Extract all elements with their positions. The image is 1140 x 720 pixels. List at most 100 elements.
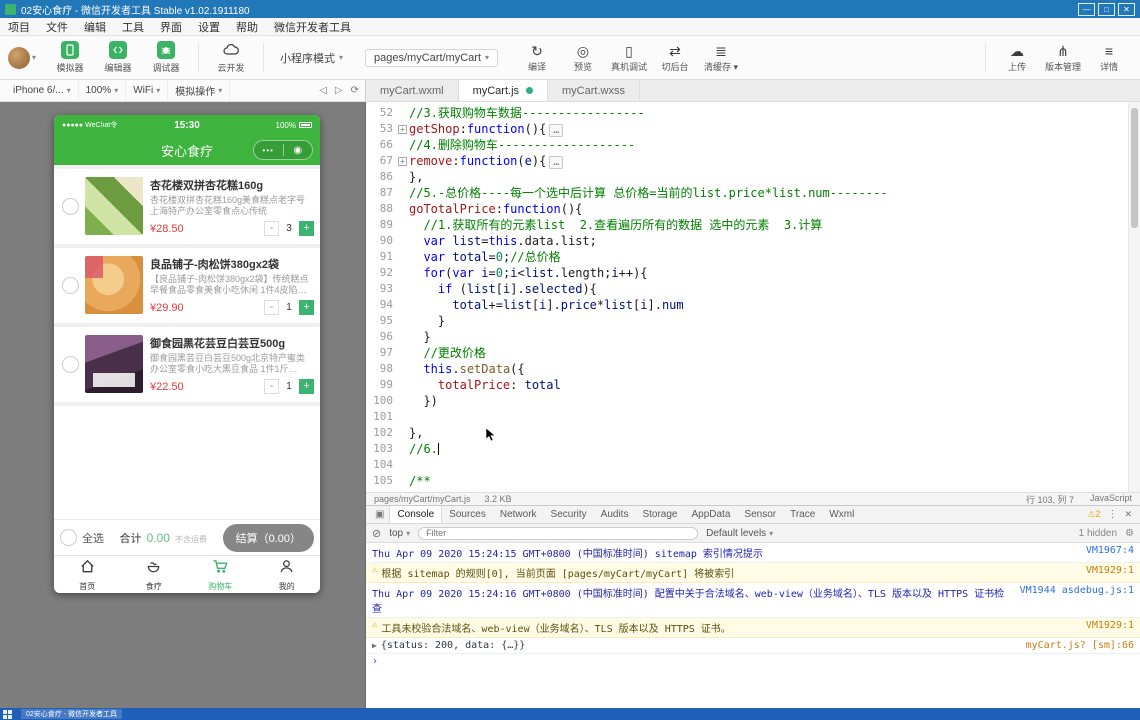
simulate-action-select[interactable]: 模拟操作 ▾	[168, 80, 231, 101]
forward-icon[interactable]: ▷	[335, 85, 343, 96]
clear-console-icon[interactable]: ⊘	[372, 527, 381, 540]
select-all-radio[interactable]	[60, 529, 77, 546]
editor-tab-myCart.wxss[interactable]: myCart.wxss	[548, 80, 640, 101]
back-icon[interactable]: ◁	[319, 85, 327, 96]
qty-plus-button[interactable]: +	[299, 300, 314, 315]
scrollbar-thumb[interactable]	[1131, 108, 1138, 228]
editor-scrollbar[interactable]	[1128, 102, 1140, 492]
action-清缓存[interactable]: ≣ 清缓存 ▾	[698, 43, 744, 73]
warning-count-badge[interactable]: ⚠2	[1087, 509, 1100, 520]
devtools-tab-sensor[interactable]: Sensor	[737, 506, 783, 523]
code-line-92[interactable]: 92 for(var i=0;i<list.length;i++){	[366, 265, 1128, 281]
menu-item-5[interactable]: 设置	[190, 19, 228, 35]
message-source-link[interactable]: VM1929:1	[1076, 620, 1134, 631]
code-line-90[interactable]: 90 var list=this.data.list;	[366, 233, 1128, 249]
item-select-radio[interactable]	[62, 198, 79, 215]
qty-plus-button[interactable]: +	[299, 379, 314, 394]
menu-item-7[interactable]: 微信开发者工具	[266, 19, 359, 35]
code-line-88[interactable]: 88 goTotalPrice:function(){	[366, 201, 1128, 217]
close-button[interactable]: ✕	[1118, 2, 1135, 16]
simulator-button[interactable]: 模拟器	[46, 41, 94, 74]
action-切后台[interactable]: ⇄ 切后台	[652, 43, 698, 73]
minimize-button[interactable]: —	[1078, 2, 1095, 16]
code-line-52[interactable]: 52//3.获取购物车数据-----------------	[366, 105, 1128, 121]
action-详情[interactable]: ≡ 详情	[1086, 43, 1132, 73]
network-select[interactable]: WiFi ▾	[126, 80, 169, 101]
devtools-tab-wxml[interactable]: Wxml	[822, 506, 861, 523]
code-editor[interactable]: 52//3.获取购物车数据----------------- 53 + getShop…	[366, 102, 1140, 492]
devtools-tab-console[interactable]: Console	[389, 506, 443, 523]
collapsed-region[interactable]: …	[549, 124, 564, 137]
tab-购物车[interactable]: 购物车	[187, 556, 254, 593]
more-icon[interactable]: •••	[254, 146, 283, 155]
code-line-67[interactable]: 67 + remove:function(e){…	[366, 153, 1128, 169]
code-line-101[interactable]: 101	[366, 409, 1128, 425]
qty-minus-button[interactable]: -	[264, 300, 279, 315]
exit-target-icon[interactable]: ◉	[284, 145, 313, 156]
zoom-select[interactable]: 100% ▾	[79, 80, 127, 101]
page-select[interactable]: pages/myCart/myCart ▾	[365, 48, 499, 67]
console-settings-icon[interactable]: ⚙	[1125, 528, 1134, 539]
item-select-radio[interactable]	[62, 277, 79, 294]
qty-plus-button[interactable]: +	[299, 221, 314, 236]
refresh-icon[interactable]: ⟳	[351, 85, 359, 96]
message-source-link[interactable]: VM1944 asdebug.js:1	[1010, 585, 1134, 596]
action-真机调试[interactable]: ▯ 真机调试	[606, 43, 652, 73]
devtools-tab-security[interactable]: Security	[544, 506, 594, 523]
menu-item-2[interactable]: 编辑	[76, 19, 114, 35]
devtools-close-icon[interactable]: ✕	[1124, 509, 1132, 520]
code-line-86[interactable]: 86},	[366, 169, 1128, 185]
collapsed-region[interactable]: …	[549, 156, 564, 169]
item-select-radio[interactable]	[62, 356, 79, 373]
taskbar-app-item[interactable]: 02安心食疗 - 微信开发者工具	[21, 709, 123, 719]
code-line-66[interactable]: 66//4.删除购物车-------------------	[366, 137, 1128, 153]
code-line-98[interactable]: 98 this.setData({	[366, 361, 1128, 377]
code-line-104[interactable]: 104	[366, 457, 1128, 473]
message-source-link[interactable]: VM1929:1	[1076, 565, 1134, 576]
menu-item-1[interactable]: 文件	[38, 19, 76, 35]
kebab-menu-icon[interactable]: ⋮	[1107, 509, 1117, 520]
tab-首页[interactable]: 首页	[54, 556, 121, 593]
cloud-dev-button[interactable]: 云开发	[207, 41, 255, 74]
device-select[interactable]: iPhone 6/... ▾	[6, 80, 79, 101]
inspect-element-icon[interactable]: ▣	[370, 509, 389, 520]
code-line-91[interactable]: 91 var total=0;//总价格	[366, 249, 1128, 265]
code-line-100[interactable]: 100 })	[366, 393, 1128, 409]
editor-tab-myCart.wxml[interactable]: myCart.wxml	[366, 80, 459, 101]
code-line-103[interactable]: 103//6.	[366, 441, 1128, 457]
log-levels-select[interactable]: Default levels ▾	[706, 528, 773, 539]
action-版本管理[interactable]: ⋔ 版本管理	[1040, 43, 1086, 73]
code-line-105[interactable]: 105/**	[366, 473, 1128, 489]
maximize-button[interactable]: □	[1098, 2, 1115, 16]
expand-arrow-icon[interactable]: ▶	[372, 640, 377, 650]
capsule-menu[interactable]: ••• ◉	[253, 140, 313, 160]
fold-icon[interactable]: +	[398, 156, 407, 166]
code-line-93[interactable]: 93 if (list[i].selected){	[366, 281, 1128, 297]
fold-icon[interactable]: +	[398, 124, 407, 134]
devtools-tab-trace[interactable]: Trace	[783, 506, 822, 523]
code-line-87[interactable]: 87//5.-总价格----每一个选中后计算 总价格=当前的list.price…	[366, 185, 1128, 201]
code-line-99[interactable]: 99 totalPrice: total	[366, 377, 1128, 393]
code-line-53[interactable]: 53 + getShop:function(){…	[366, 121, 1128, 137]
message-source-link[interactable]: VM1967:4	[1076, 545, 1134, 556]
code-line-97[interactable]: 97 //更改价格	[366, 345, 1128, 361]
debugger-button[interactable]: 调试器	[142, 41, 190, 74]
action-上传[interactable]: ☁ 上传	[994, 43, 1040, 73]
console-context-select[interactable]: top ▾	[389, 528, 410, 539]
checkout-button[interactable]: 结算（0.00）	[222, 523, 314, 552]
mode-select[interactable]: 小程序模式 ▾	[272, 48, 351, 68]
menu-item-0[interactable]: 项目	[0, 19, 38, 35]
menu-item-3[interactable]: 工具	[114, 19, 152, 35]
qty-minus-button[interactable]: -	[264, 379, 279, 394]
menu-item-6[interactable]: 帮助	[228, 19, 266, 35]
editor-tab-myCart.js[interactable]: myCart.js	[458, 80, 549, 101]
code-line-96[interactable]: 96 }	[366, 329, 1128, 345]
devtools-tab-storage[interactable]: Storage	[635, 506, 684, 523]
devtools-tab-audits[interactable]: Audits	[594, 506, 636, 523]
qty-minus-button[interactable]: -	[264, 221, 279, 236]
devtools-tab-sources[interactable]: Sources	[442, 506, 493, 523]
code-line-89[interactable]: 89 //1.获取所有的元素list 2.查看遍历所有的数据 选中的元素 3.计…	[366, 217, 1128, 233]
code-line-94[interactable]: 94 total+=list[i].price*list[i].num	[366, 297, 1128, 313]
status-language[interactable]: JavaScript	[1090, 493, 1132, 506]
menu-item-4[interactable]: 界面	[152, 19, 190, 35]
